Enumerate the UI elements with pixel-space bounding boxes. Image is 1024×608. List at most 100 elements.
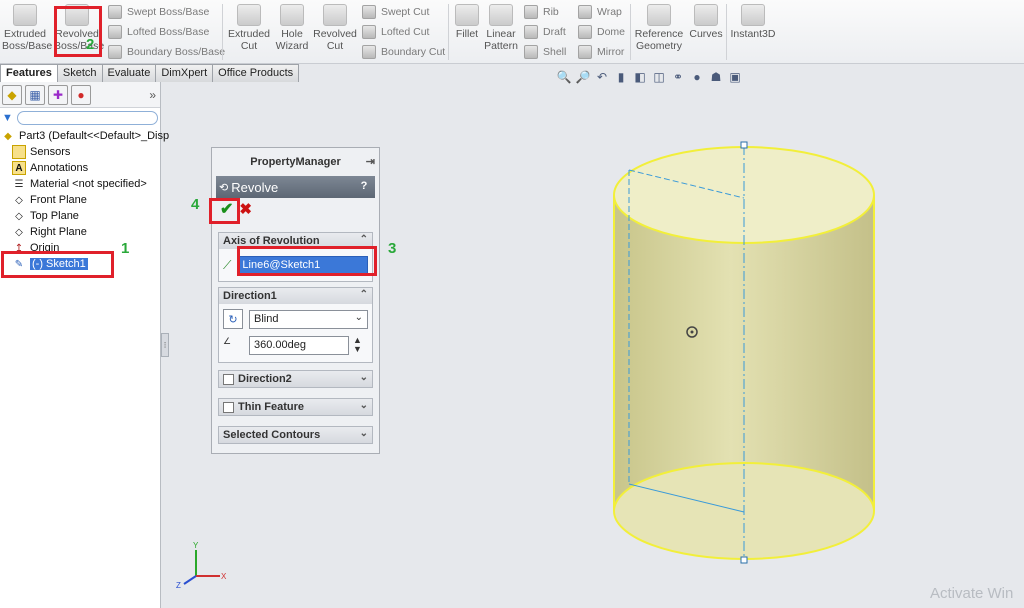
hide-show-icon[interactable]: ⚭ [670,69,686,85]
angle-input[interactable]: 360.00deg [249,335,349,355]
view-orientation-icon[interactable]: ◧ [632,69,648,85]
filter-input[interactable] [16,111,158,125]
mirror-icon [578,45,592,59]
tab-evaluate[interactable]: Evaluate [101,64,157,82]
cancel-button[interactable]: ✖ [239,200,252,218]
tab-dimxpert[interactable]: DimXpert [155,64,214,82]
thin-feature-checkbox[interactable] [223,401,234,413]
svg-text:Z: Z [176,581,181,590]
section-view-icon[interactable]: ▮ [613,69,629,85]
shell-button[interactable]: Shell [524,43,566,61]
mirror-button[interactable]: Mirror [578,43,624,61]
tree-item-material[interactable]: ☰ Material <not specified> [12,176,147,192]
material-label: Material <not specified> [30,178,147,190]
curves-icon [694,4,718,26]
swept-boss-button[interactable]: Swept Boss/Base [108,3,209,21]
angle-spinner[interactable]: ▲ ▼ [353,336,362,354]
direction1-label: Direction1 [223,290,277,302]
feature-manager-panel: ◆ ▦ ✚ ● » ▼ ◆ Part3 (Default<<Default>_D… [0,82,169,608]
draft-button[interactable]: Draft [524,23,566,41]
annotation-box-sketch1 [1,251,114,278]
reverse-direction-icon[interactable]: ↻ [223,309,243,329]
axis-icon: ⟋ [223,257,232,272]
wrap-button[interactable]: Wrap [578,3,622,21]
wrap-icon [578,5,592,19]
boundary-cut-button[interactable]: Boundary Cut [362,43,445,61]
extruded-cut-button[interactable]: Extruded Cut [226,4,272,52]
hole-wizard-button[interactable]: Hole Wizard [272,4,312,52]
thin-feature-header[interactable]: Thin Feature ⌄ [219,399,372,415]
swept-cut-icon [362,5,376,19]
extruded-boss-button[interactable]: Extruded Boss/Base [2,4,52,52]
boundary-icon [108,45,122,59]
lofted-boss-button[interactable]: Lofted Boss/Base [108,23,209,41]
ribbon-separator [222,4,223,60]
collapse-icon[interactable]: ⌃ [360,289,368,300]
chevron-down-icon[interactable]: ⌄ [355,312,363,323]
revolved-cut-button[interactable]: Revolved Cut [312,4,358,52]
apply-scene-icon[interactable]: ☗ [708,69,724,85]
display-style-icon[interactable]: ◫ [651,69,667,85]
direction2-header[interactable]: Direction2 ⌄ [219,371,372,387]
tree-part[interactable]: ◆ Part3 (Default<<Default>_Disp [1,128,169,144]
linear-pattern-label: Linear Pattern [484,28,518,52]
instant3d-button[interactable]: Instant3D [730,4,776,40]
expand-icon[interactable]: ⌄ [360,428,368,439]
tab-sketch[interactable]: Sketch [56,64,103,82]
direction1-header[interactable]: Direction1 ⌃ [219,288,372,304]
reference-geometry-label: Reference Geometry [634,28,684,52]
tree-item-sensors[interactable]: Sensors [12,144,70,160]
boundary-boss-button[interactable]: Boundary Boss/Base [108,43,225,61]
view-settings-icon[interactable]: ▣ [727,69,743,85]
collapse-icon[interactable]: ⌃ [360,234,368,245]
boundary-boss-label: Boundary Boss/Base [127,46,226,58]
feature-tree-icon[interactable]: ◆ [2,84,22,105]
direction2-checkbox[interactable] [223,373,234,385]
cylinder-top-face [613,146,875,244]
expand-icon[interactable]: ⌄ [360,400,368,411]
tree-item-top-plane[interactable]: ◇ Top Plane [12,208,79,224]
edit-appearance-icon[interactable]: ● [689,69,705,85]
front-plane-label: Front Plane [30,194,87,206]
annotation-number-3: 3 [388,240,397,257]
curves-button[interactable]: Curves [688,4,724,40]
panel-resize-handle[interactable]: ⁝ [161,333,169,357]
pin-icon[interactable]: ⇥ [366,155,375,168]
display-manager-icon[interactable]: ● [71,84,91,105]
rib-button[interactable]: Rib [524,3,559,21]
revolve-icon: ⟲ [219,181,229,194]
tree-item-front-plane[interactable]: ◇ Front Plane [12,192,87,208]
command-manager-tabs: Features Sketch Evaluate DimXpert Office… [0,64,305,82]
zoom-to-fit-icon[interactable]: 🔍 [556,69,572,85]
expand-panel-icon[interactable]: » [149,88,156,102]
expand-icon[interactable]: ⌄ [360,372,368,383]
revolve-preview-cylinder[interactable] [613,146,875,560]
swept-cut-label: Swept Cut [381,6,430,18]
fillet-button[interactable]: Fillet [452,4,482,40]
direction1-body: ↻ Blind ⌄ ∠ 360.00deg ▲ ▼ [219,304,372,362]
lofted-cut-icon [362,25,376,39]
tree-item-annotations[interactable]: A Annotations [12,160,88,176]
tab-office-products[interactable]: Office Products [212,64,300,82]
part-label: Part3 (Default<<Default>_Disp [19,130,170,142]
thin-feature-label: Thin Feature [238,401,305,413]
lofted-cut-button[interactable]: Lofted Cut [362,23,429,41]
hole-wizard-label: Hole Wizard [275,28,309,52]
lofted-boss-label: Lofted Boss/Base [127,26,210,38]
tree-item-right-plane[interactable]: ◇ Right Plane [12,224,87,240]
swept-cut-button[interactable]: Swept Cut [362,3,429,21]
linear-pattern-button[interactable]: Linear Pattern [482,4,520,52]
selected-contours-header[interactable]: Selected Contours ⌄ [219,427,372,443]
zoom-area-icon[interactable]: 🔎 [575,69,591,85]
swept-boss-label: Swept Boss/Base [127,6,210,18]
tab-features[interactable]: Features [0,64,58,82]
previous-view-icon[interactable]: ↶ [594,69,610,85]
hole-wizard-icon [280,4,304,26]
configuration-icon[interactable]: ✚ [48,84,68,105]
dome-button[interactable]: Dome [578,23,625,41]
annotations-label: Annotations [30,162,89,174]
help-button[interactable]: ? [357,179,371,193]
reference-geometry-button[interactable]: Reference Geometry [634,4,684,52]
property-manager-icon[interactable]: ▦ [25,84,45,105]
end-condition-select[interactable]: Blind ⌄ [249,309,368,329]
